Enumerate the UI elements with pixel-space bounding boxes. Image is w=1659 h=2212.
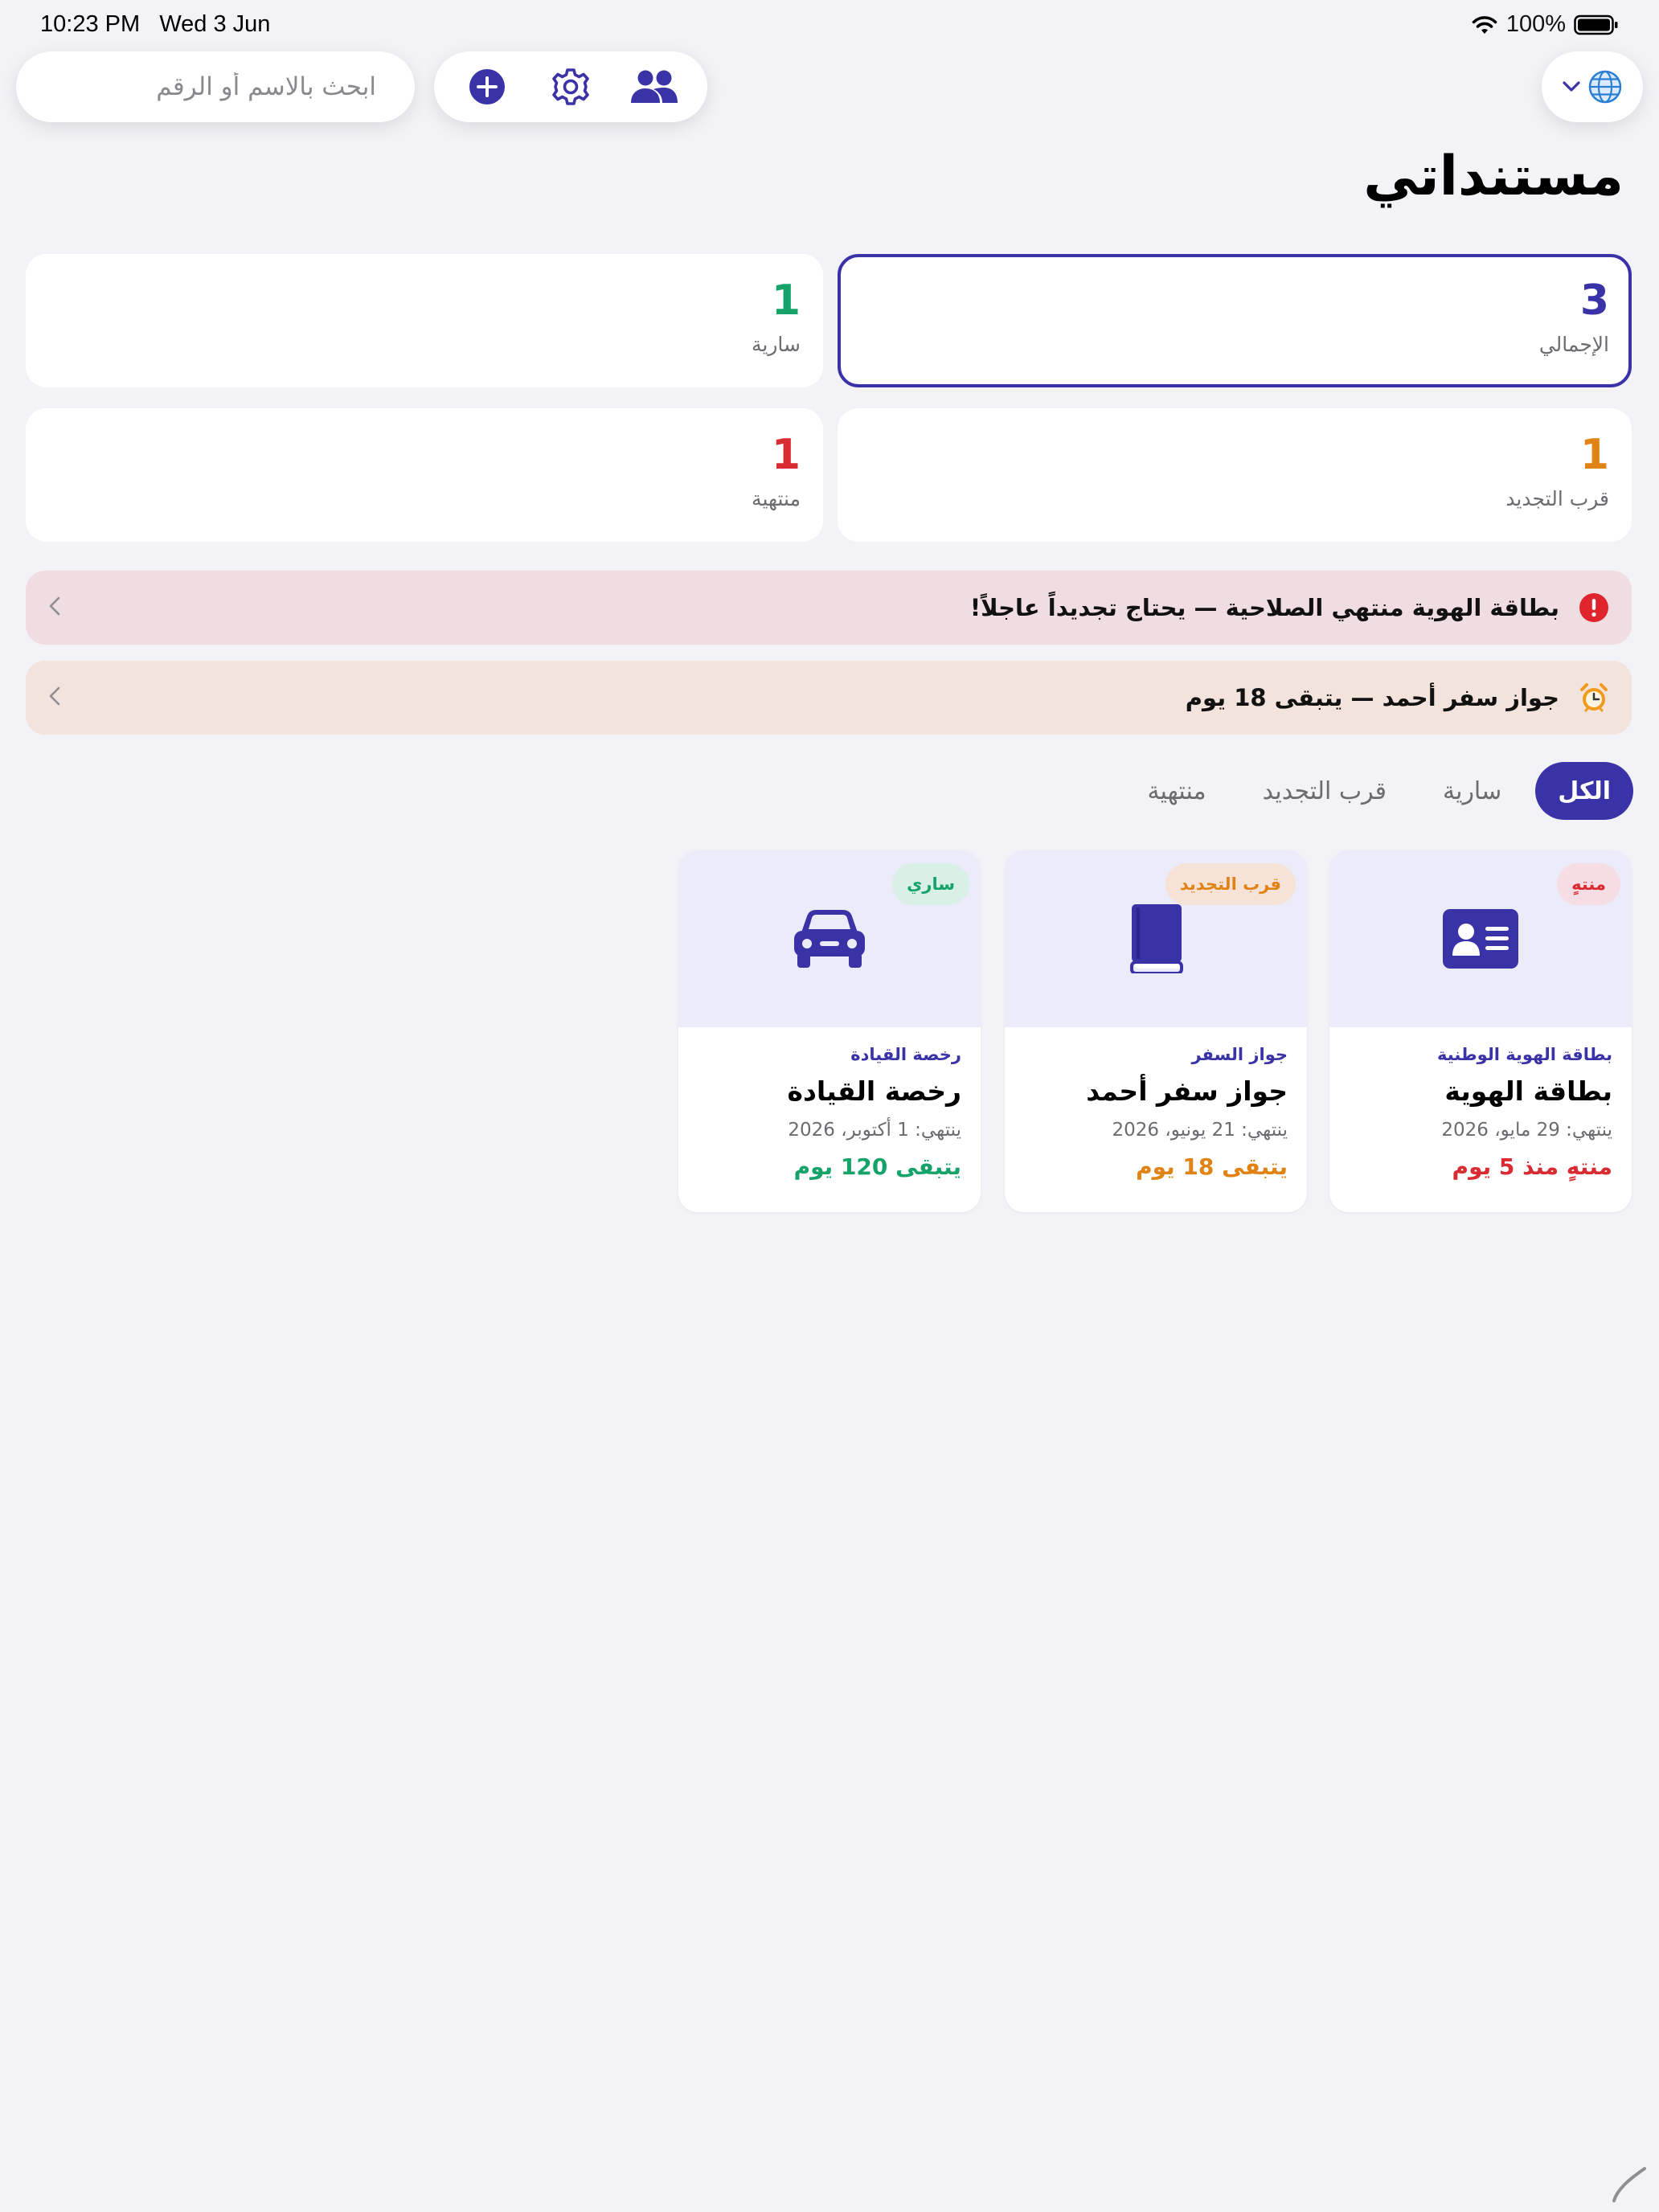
book-icon xyxy=(1130,904,1183,973)
stat-total-label: الإجمالي xyxy=(1538,333,1609,356)
id-card-icon xyxy=(1443,909,1518,969)
battery-icon xyxy=(1574,14,1618,35)
actions-toolbar xyxy=(434,51,707,122)
document-expiry: ينتهي: 1 أكتوبر، 2026 xyxy=(788,1120,961,1141)
stat-total-value: 3 xyxy=(1579,276,1609,325)
document-category: جواز السفر xyxy=(1191,1045,1288,1064)
add-button[interactable] xyxy=(461,61,513,113)
stat-card-total[interactable]: 3 الإجمالي xyxy=(838,254,1632,387)
document-remaining: يتبقى 18 يوم xyxy=(1136,1153,1288,1180)
status-right: 100% xyxy=(1471,11,1619,38)
gear-icon xyxy=(552,68,589,105)
wifi-icon xyxy=(1472,15,1497,34)
tab-expired[interactable]: منتهية xyxy=(1124,762,1228,820)
status-badge: منتهٍ xyxy=(1557,863,1620,905)
stat-expired-value: 1 xyxy=(771,431,801,479)
stat-expiring-value: 1 xyxy=(1579,431,1609,479)
alert-expired-text: بطاقة الهوية منتهي الصلاحية — يحتاج تجدي… xyxy=(969,594,1559,621)
chevron-left-icon xyxy=(48,592,61,624)
chevron-down-icon xyxy=(1563,81,1580,92)
settings-button[interactable] xyxy=(545,61,596,113)
tab-expiring[interactable]: قرب التجديد xyxy=(1240,762,1409,820)
alert-expired[interactable]: بطاقة الهوية منتهي الصلاحية — يحتاج تجدي… xyxy=(26,571,1632,645)
stat-expiring-label: قرب التجديد xyxy=(1505,487,1609,510)
document-card-hero: منتهٍ xyxy=(1329,850,1632,1027)
tab-all[interactable]: الكل xyxy=(1535,762,1633,820)
document-card-id[interactable]: منتهٍ بطاقة الهوية الوطنية بطاقة الهوية … xyxy=(1329,850,1632,1212)
document-card-passport[interactable]: قرب التجديد جواز السفر جواز سفر أحمد ينت… xyxy=(1005,850,1307,1212)
pencil-scribble-icon xyxy=(1612,2167,1646,2202)
document-card-license[interactable]: ساري رخصة القيادة رخصة القيادة ينتهي: 1 … xyxy=(678,850,981,1212)
document-remaining: يتبقى 120 يوم xyxy=(793,1153,961,1180)
people-icon xyxy=(631,70,678,103)
status-time-date: 10:23 PM Wed 3 Jun xyxy=(40,11,270,38)
document-expiry: ينتهي: 21 يونيو، 2026 xyxy=(1112,1120,1288,1141)
stat-card-expired[interactable]: 1 منتهية xyxy=(26,408,823,542)
document-name: بطاقة الهوية xyxy=(1444,1075,1612,1107)
alarm-clock-icon xyxy=(1580,683,1608,712)
status-bar: 10:23 PM Wed 3 Jun 100% xyxy=(0,0,1659,51)
filter-tabs: الكل سارية قرب التجديد منتهية xyxy=(1124,762,1633,820)
stat-expired-label: منتهية xyxy=(752,487,801,510)
alert-expiring-text: جواز سفر أحمد — يتبقى 18 يوم xyxy=(1185,684,1559,711)
document-remaining: منتهٍ منذ 5 يوم xyxy=(1452,1153,1612,1180)
stat-active-label: سارية xyxy=(752,333,801,356)
language-selector[interactable] xyxy=(1542,51,1643,122)
family-members-button[interactable] xyxy=(629,61,680,113)
page-title: مستنداتي xyxy=(1363,145,1624,208)
alert-expiring[interactable]: جواز سفر أحمد — يتبقى 18 يوم xyxy=(26,661,1632,735)
document-card-body: رخصة القيادة رخصة القيادة ينتهي: 1 أكتوب… xyxy=(678,1027,981,1180)
status-time: 10:23 PM xyxy=(40,11,141,37)
chevron-left-icon xyxy=(48,682,61,714)
stat-card-expiring[interactable]: 1 قرب التجديد xyxy=(838,408,1632,542)
document-card-hero: ساري xyxy=(678,850,981,1027)
status-badge: ساري xyxy=(892,863,969,905)
document-card-body: بطاقة الهوية الوطنية بطاقة الهوية ينتهي:… xyxy=(1329,1027,1632,1180)
document-category: بطاقة الهوية الوطنية xyxy=(1437,1045,1612,1064)
document-card-hero: قرب التجديد xyxy=(1005,850,1307,1027)
car-icon xyxy=(794,910,865,968)
exclamation-icon xyxy=(1579,593,1608,622)
tab-active[interactable]: سارية xyxy=(1420,762,1524,820)
stat-active-value: 1 xyxy=(771,276,801,325)
search-bar[interactable] xyxy=(16,51,415,122)
plus-circle-icon xyxy=(469,69,505,104)
document-card-body: جواز السفر جواز سفر أحمد ينتهي: 21 يونيو… xyxy=(1005,1027,1307,1180)
status-date: Wed 3 Jun xyxy=(159,11,271,37)
search-input[interactable] xyxy=(16,51,415,122)
stat-card-active[interactable]: 1 سارية xyxy=(26,254,823,387)
document-name: جواز سفر أحمد xyxy=(1086,1075,1288,1107)
document-category: رخصة القيادة xyxy=(850,1045,961,1064)
document-expiry: ينتهي: 29 مايو، 2026 xyxy=(1441,1120,1612,1141)
document-name: رخصة القيادة xyxy=(787,1075,961,1107)
globe-icon xyxy=(1588,70,1622,104)
status-badge: قرب التجديد xyxy=(1165,863,1296,905)
battery-percent: 100% xyxy=(1505,11,1566,37)
